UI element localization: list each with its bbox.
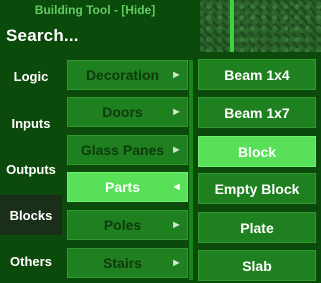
tool-header: Building Tool - [Hide] Search... bbox=[0, 0, 200, 52]
column-divider bbox=[189, 60, 193, 280]
category-inputs[interactable]: Inputs bbox=[0, 103, 62, 143]
scene-beam bbox=[230, 0, 234, 56]
window-title[interactable]: Building Tool - [Hide] bbox=[0, 3, 190, 17]
item-block[interactable]: Block bbox=[198, 136, 316, 167]
arrow-left-icon: ◄ bbox=[171, 181, 182, 193]
subcategory-doors[interactable]: Doors ► bbox=[67, 97, 188, 127]
item-plate[interactable]: Plate bbox=[198, 212, 316, 243]
subcategory-label: Parts bbox=[104, 179, 141, 195]
category-logic[interactable]: Logic bbox=[0, 56, 62, 96]
search-input[interactable]: Search... bbox=[6, 26, 79, 46]
subcategory-label: Stairs bbox=[103, 255, 142, 271]
arrow-right-icon: ► bbox=[171, 106, 182, 118]
item-empty-block[interactable]: Empty Block bbox=[198, 173, 316, 204]
arrow-right-icon: ► bbox=[171, 69, 182, 81]
arrow-right-icon: ► bbox=[171, 257, 182, 269]
category-outputs[interactable]: Outputs bbox=[0, 149, 62, 189]
game-viewport bbox=[190, 0, 321, 56]
subcategory-label: Poles bbox=[103, 217, 142, 233]
category-blocks[interactable]: Blocks bbox=[0, 195, 62, 235]
category-others[interactable]: Others bbox=[0, 241, 62, 281]
item-beam-1x7[interactable]: Beam 1x7 bbox=[198, 97, 316, 128]
subcategory-parts[interactable]: Parts ◄ bbox=[67, 172, 188, 202]
subcategory-decoration[interactable]: Decoration ► bbox=[67, 60, 188, 90]
subcategory-stairs[interactable]: Stairs ► bbox=[67, 248, 188, 278]
item-slab[interactable]: Slab bbox=[198, 250, 316, 281]
subcategory-poles[interactable]: Poles ► bbox=[67, 210, 188, 240]
arrow-right-icon: ► bbox=[171, 219, 182, 231]
arrow-right-icon: ► bbox=[171, 144, 182, 156]
subcategory-label: Decoration bbox=[85, 67, 160, 83]
subcategory-label: Doors bbox=[102, 104, 143, 120]
subcategory-label: Glass Panes bbox=[80, 142, 165, 158]
item-beam-1x4[interactable]: Beam 1x4 bbox=[198, 59, 316, 90]
subcategory-glass-panes[interactable]: Glass Panes ► bbox=[67, 135, 188, 165]
